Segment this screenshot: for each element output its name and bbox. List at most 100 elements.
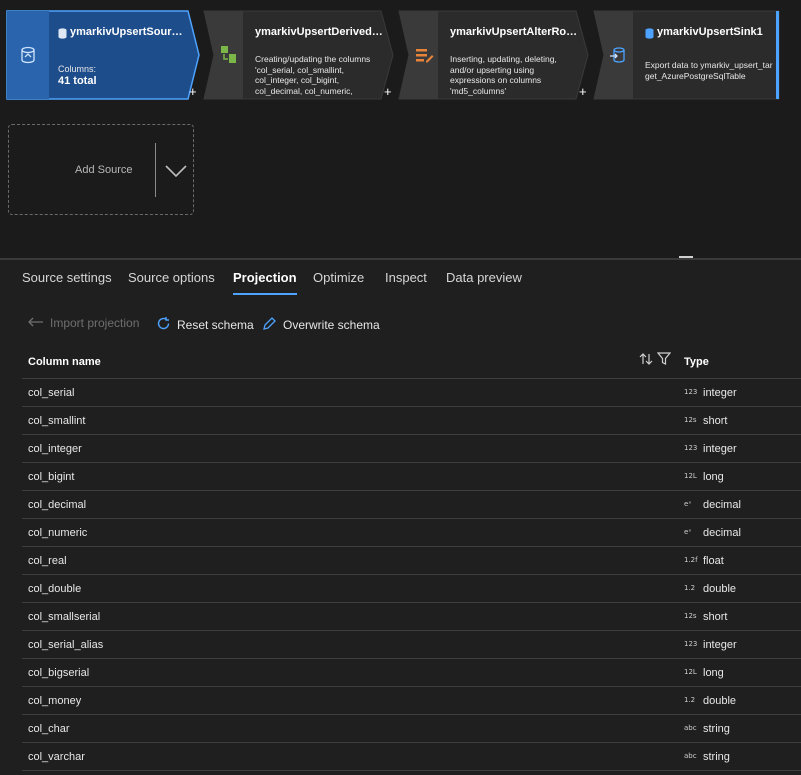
flow-node-derived-column[interactable]: ymarkivUpsertDerivedC... Creating/updati…	[203, 10, 394, 100]
column-type-cell[interactable]: double	[703, 695, 736, 707]
refresh-icon	[156, 316, 171, 334]
column-type-cell[interactable]: integer	[703, 639, 737, 651]
flow-node-alter-row[interactable]: ymarkivUpsertAlterRow1 Inserting, updati…	[398, 10, 589, 100]
table-row[interactable]: col_serial 123 integer	[22, 379, 801, 407]
column-type-cell[interactable]: integer	[703, 387, 737, 399]
type-icon: abc	[684, 724, 697, 732]
column-name-cell: col_serial_alias	[28, 639, 104, 651]
column-type-cell[interactable]: double	[703, 583, 736, 595]
arrow-left-icon	[28, 316, 44, 330]
reset-schema-label: Reset schema	[177, 318, 254, 332]
table-row[interactable]: col_money 1.2 double	[22, 687, 801, 715]
table-row[interactable]: col_serial_alias 123 integer	[22, 631, 801, 659]
tab-source-settings[interactable]: Source settings	[22, 270, 112, 285]
table-row[interactable]: col_integer 123 integer	[22, 435, 801, 463]
projection-grid: Column name Type col_serial 123 integer col…	[22, 346, 801, 771]
filter-icon[interactable]	[656, 352, 672, 370]
type-icon: abc	[684, 752, 697, 760]
column-type-cell[interactable]: string	[703, 751, 730, 763]
data-flow-canvas[interactable]: ymarkivUpsertSource1 Columns: 41 total +…	[0, 0, 801, 258]
column-name-cell: col_real	[28, 555, 67, 567]
add-source-box[interactable]: Add Source	[8, 124, 194, 215]
table-row[interactable]: col_varchar abc string	[22, 743, 801, 771]
column-name-cell: col_money	[28, 695, 82, 707]
tab-projection[interactable]: Projection	[233, 270, 297, 295]
column-name-cell: col_smallserial	[28, 611, 101, 623]
node-title: ymarkivUpsertSink1	[657, 26, 763, 38]
tab-source-options[interactable]: Source options	[128, 270, 215, 285]
add-transform-button[interactable]: +	[579, 84, 587, 99]
column-type-cell[interactable]: short	[703, 415, 727, 427]
divider	[155, 143, 156, 197]
tab-inspect[interactable]: Inspect	[385, 270, 427, 285]
grid-body: col_serial 123 integer col_smallint 12s short…	[22, 379, 801, 771]
column-name-cell: col_char	[28, 723, 70, 735]
table-row[interactable]: col_smallint 12s short	[22, 407, 801, 435]
column-type-cell[interactable]: decimal	[703, 499, 741, 511]
table-row[interactable]: col_real 1.2f float	[22, 547, 801, 575]
projection-toolbar: Import projection Reset schema Overwrite…	[0, 310, 801, 338]
header-actions	[639, 352, 672, 370]
table-row[interactable]: col_decimal eˣ decimal	[22, 491, 801, 519]
table-row[interactable]: col_smallserial 12s short	[22, 603, 801, 631]
type-icon: 1.2	[684, 696, 696, 704]
column-name-header: Column name	[28, 356, 101, 368]
table-row[interactable]: col_double 1.2 double	[22, 575, 801, 603]
tab-data-preview[interactable]: Data preview	[446, 270, 522, 285]
table-row[interactable]: col_bigint 12L long	[22, 463, 801, 491]
node-description: Inserting, updating, deleting, and/or up…	[450, 54, 557, 96]
import-projection-button[interactable]: Import projection	[28, 316, 139, 330]
type-icon: eˣ	[684, 528, 692, 536]
add-transform-button[interactable]: +	[384, 84, 392, 99]
overwrite-schema-label: Overwrite schema	[283, 318, 380, 332]
type-icon: 12s	[684, 612, 697, 620]
column-name-cell: col_double	[28, 583, 82, 595]
table-row[interactable]: col_bigserial 12L long	[22, 659, 801, 687]
type-icon: 123	[684, 444, 698, 452]
column-type-cell[interactable]: decimal	[703, 527, 741, 539]
node-title: ymarkivUpsertSource1	[70, 26, 188, 38]
column-name-cell: col_numeric	[28, 527, 88, 539]
column-type-cell[interactable]: short	[703, 611, 727, 623]
type-icon: 12L	[684, 668, 697, 676]
sort-icon[interactable]	[639, 352, 653, 370]
column-type-cell[interactable]: string	[703, 723, 730, 735]
type-icon: 1.2	[684, 584, 696, 592]
add-transform-button[interactable]: +	[189, 84, 197, 99]
reset-schema-button[interactable]: Reset schema	[156, 316, 254, 334]
column-type-cell[interactable]: long	[703, 471, 724, 483]
type-icon: 12s	[684, 416, 697, 424]
column-name-cell: col_decimal	[28, 499, 87, 511]
source-icon	[6, 10, 50, 100]
column-type-cell[interactable]: long	[703, 667, 724, 679]
chevron-down-icon[interactable]	[164, 163, 188, 184]
column-name-cell: col_serial	[28, 387, 75, 399]
column-name-cell: col_varchar	[28, 751, 85, 763]
add-source-label: Add Source	[75, 164, 133, 176]
column-type-cell[interactable]: integer	[703, 443, 737, 455]
settings-tabs: Source settings Source options Projectio…	[0, 262, 801, 296]
overwrite-schema-button[interactable]: Overwrite schema	[262, 316, 380, 334]
flow-node-sink[interactable]: ymarkivUpsertSink1 Export data to ymarki…	[593, 10, 783, 100]
type-icon: 12L	[684, 472, 697, 480]
column-name-cell: col_smallint	[28, 415, 86, 427]
type-header: Type	[684, 356, 709, 368]
flow-node-source[interactable]: ymarkivUpsertSource1 Columns: 41 total	[6, 10, 200, 100]
sink-icon	[595, 10, 639, 100]
node-title: ymarkivUpsertAlterRow1	[450, 26, 578, 38]
alter-row-icon	[402, 10, 446, 100]
type-icon: 123	[684, 640, 698, 648]
panel-splitter[interactable]	[0, 258, 801, 260]
tab-optimize[interactable]: Optimize	[313, 270, 364, 285]
resize-handle[interactable]	[679, 256, 693, 258]
column-type-cell[interactable]: float	[703, 555, 724, 567]
table-row[interactable]: col_numeric eˣ decimal	[22, 519, 801, 547]
node-columns-label: Columns:	[58, 64, 97, 74]
pencil-icon	[262, 316, 277, 334]
import-projection-label: Import projection	[50, 316, 140, 330]
type-icon: 1.2f	[684, 556, 698, 564]
node-description: Export data to ymarkiv_upsert_target_Azu…	[645, 60, 773, 81]
node-title: ymarkivUpsertDerivedC...	[255, 26, 383, 38]
table-row[interactable]: col_char abc string	[22, 715, 801, 743]
column-name-cell: col_integer	[28, 443, 82, 455]
